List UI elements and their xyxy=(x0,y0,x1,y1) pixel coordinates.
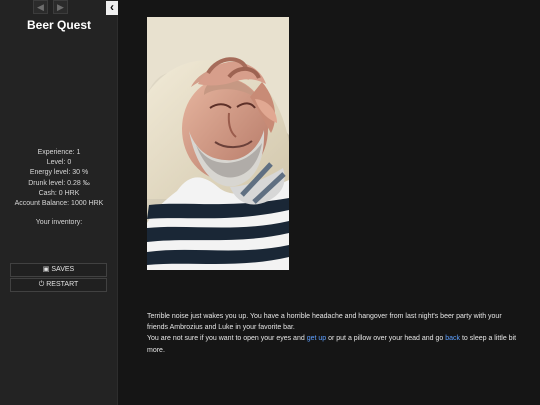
story-paragraph-2: You are not sure if you want to open you… xyxy=(147,333,517,355)
history-navigation: ◀ ▶ xyxy=(33,0,68,14)
player-stats: Experience: 1 Level: 0 Energy level: 30 … xyxy=(0,148,118,209)
restart-button-label: RESTART xyxy=(46,281,79,288)
story-panel: Terrible noise just wakes you up. You ha… xyxy=(119,0,540,405)
power-icon: ⏻ xyxy=(38,281,45,288)
account-balance-stat: Account Balance: 1000 HRK xyxy=(14,200,104,208)
sidebar: ◀ ▶ ‹ Beer Quest Experience: 1 Level: 0 … xyxy=(0,0,118,405)
saves-button[interactable]: ▣ SAVES xyxy=(10,263,107,277)
story-paragraph-2-middle: or put a pillow over your head and go xyxy=(326,335,446,343)
arrow-right-icon[interactable]: ▶ xyxy=(53,0,68,14)
arrow-left-icon[interactable]: ◀ xyxy=(33,0,48,14)
saves-button-label: SAVES xyxy=(51,266,75,273)
cash-stat: Cash: 0 HRK xyxy=(38,189,80,197)
story-paragraph-2-prefix: You are not sure if you want to open you… xyxy=(147,335,307,343)
story-paragraph-1: Terrible noise just wakes you up. You ha… xyxy=(147,313,502,332)
game-title: Beer Quest xyxy=(26,18,92,32)
inventory-label: Your inventory: xyxy=(35,219,83,226)
story-photo xyxy=(147,17,289,270)
energy-stat: Energy level: 30 % xyxy=(29,169,89,177)
chevron-left-icon[interactable]: ‹ xyxy=(106,1,118,15)
game-window: ◀ ▶ ‹ Beer Quest Experience: 1 Level: 0 … xyxy=(0,0,540,405)
level-stat: Level: 0 xyxy=(46,159,72,167)
hungover-man-photo xyxy=(147,17,289,270)
back-link[interactable]: back xyxy=(445,335,460,342)
story-text: Terrible noise just wakes you up. You ha… xyxy=(147,311,517,356)
get-up-link[interactable]: get up xyxy=(307,335,326,342)
drunk-stat: Drunk level: 0.28 ‰ xyxy=(28,179,90,187)
restart-button[interactable]: ⏻ RESTART xyxy=(10,278,107,292)
save-icon: ▣ xyxy=(42,266,50,273)
experience-stat: Experience: 1 xyxy=(37,149,81,156)
